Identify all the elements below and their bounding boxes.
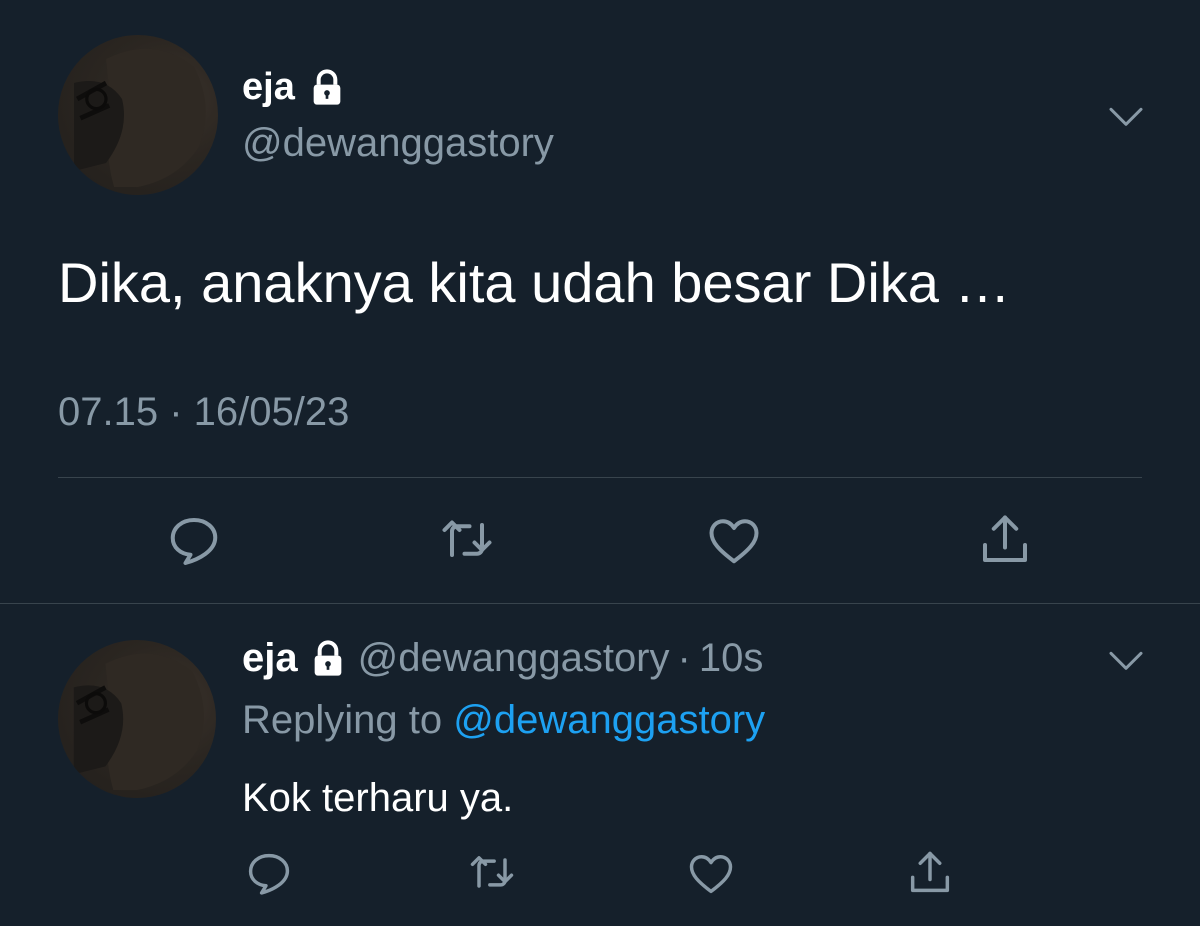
avatar[interactable] bbox=[58, 35, 218, 195]
tweet-text: Kok terharu ya. bbox=[242, 776, 514, 820]
author-display-name[interactable]: eja bbox=[242, 636, 298, 681]
like-icon[interactable] bbox=[685, 847, 737, 899]
profile-photo bbox=[74, 48, 206, 187]
share-icon[interactable] bbox=[975, 510, 1035, 570]
reply-icon[interactable] bbox=[243, 847, 295, 899]
replying-to-link[interactable]: @dewanggastory bbox=[453, 698, 765, 742]
author-handle[interactable]: @dewanggastory bbox=[242, 121, 554, 166]
chevron-down-icon[interactable] bbox=[1106, 96, 1146, 136]
lock-icon bbox=[314, 639, 341, 676]
replying-prefix: Replying to bbox=[242, 698, 443, 742]
share-icon[interactable] bbox=[904, 847, 956, 899]
retweet-icon[interactable] bbox=[466, 847, 518, 899]
profile-photo bbox=[73, 653, 204, 791]
tweet-text: Dika, anaknya kita udah besar Dika … bbox=[58, 251, 1011, 314]
reply-header: eja @dewanggastory · 10s bbox=[242, 636, 763, 681]
author-handle[interactable]: @dewanggastory bbox=[358, 636, 670, 681]
retweet-icon[interactable] bbox=[437, 510, 497, 570]
separator: · bbox=[677, 636, 691, 680]
divider bbox=[58, 477, 1142, 478]
tweet-timestamp[interactable]: 07.15 · 16/05/23 bbox=[58, 390, 349, 435]
replying-to: Replying to @dewanggastory bbox=[242, 698, 765, 743]
avatar[interactable] bbox=[58, 640, 216, 798]
like-icon[interactable] bbox=[704, 510, 764, 570]
divider bbox=[0, 603, 1200, 604]
chevron-down-icon[interactable] bbox=[1106, 640, 1146, 680]
author-display-name[interactable]: eja bbox=[242, 66, 295, 109]
reply-icon[interactable] bbox=[164, 510, 224, 570]
lock-icon bbox=[313, 68, 341, 105]
reply-age[interactable]: 10s bbox=[699, 636, 764, 681]
author-name-row: eja bbox=[242, 66, 347, 109]
